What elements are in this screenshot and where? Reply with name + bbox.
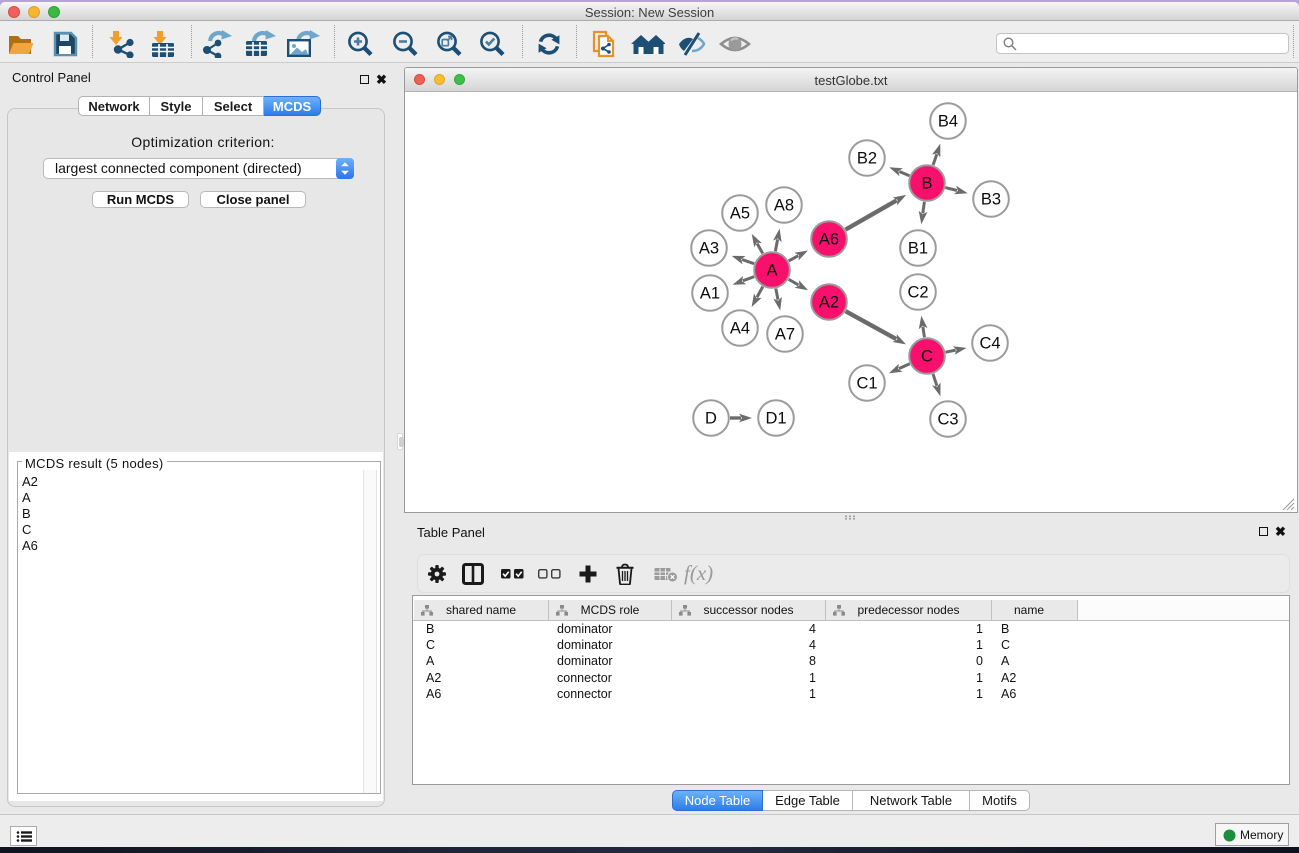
svg-text:A6: A6 xyxy=(819,231,839,249)
svg-text:C: C xyxy=(921,348,933,366)
svg-text:A5: A5 xyxy=(730,205,750,223)
svg-text:B4: B4 xyxy=(938,113,958,131)
svg-text:A8: A8 xyxy=(774,197,794,215)
svg-text:B1: B1 xyxy=(908,240,928,258)
svg-text:A3: A3 xyxy=(699,240,719,258)
svg-text:C2: C2 xyxy=(907,284,928,302)
svg-text:B2: B2 xyxy=(857,150,877,168)
svg-text:C1: C1 xyxy=(856,375,877,393)
svg-text:D: D xyxy=(705,410,717,428)
svg-text:D1: D1 xyxy=(765,410,786,428)
svg-text:A: A xyxy=(766,262,777,280)
svg-text:A1: A1 xyxy=(700,285,720,303)
svg-text:A4: A4 xyxy=(730,320,750,338)
svg-text:B3: B3 xyxy=(981,191,1001,209)
svg-text:C4: C4 xyxy=(979,335,1000,353)
svg-text:C3: C3 xyxy=(937,411,958,429)
svg-text:A7: A7 xyxy=(775,326,795,344)
svg-text:B: B xyxy=(921,175,932,193)
svg-text:A2: A2 xyxy=(819,294,839,312)
